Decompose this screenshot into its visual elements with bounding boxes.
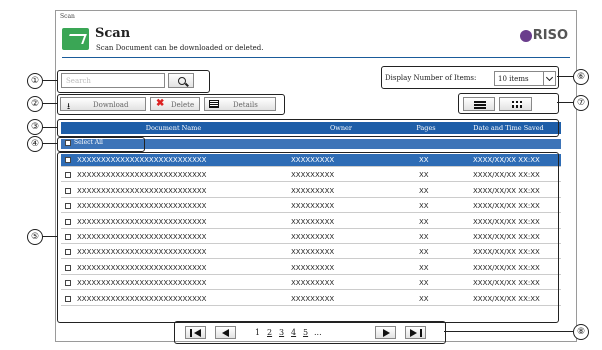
callout-3: ③ [27,119,43,135]
brand-logo: RISO [519,28,568,43]
callout-bracket-3 [57,119,559,137]
callout-4: ④ [27,136,43,152]
callout-2: ② [27,96,43,112]
callout-1: ① [27,73,43,89]
page-subtitle: Scan Document can be downloaded or delet… [96,44,264,52]
callout-7: ⑦ [573,95,589,111]
callout-bracket-5 [57,152,559,323]
breadcrumb: Scan [60,13,75,20]
callout-5: ⑤ [27,229,43,245]
callout-bracket-6 [381,66,559,89]
callout-bracket-7 [458,93,559,114]
callout-8: ⑧ [573,324,589,340]
callout-bracket-4 [57,137,145,152]
scan-icon [62,28,89,50]
callout-6: ⑥ [573,69,589,85]
page-title: Scan [95,26,131,41]
callout-bracket-2 [57,94,285,115]
riso-icon [519,29,532,42]
callout-bracket-8 [174,321,446,344]
callout-bracket-1 [57,70,210,93]
header-divider [62,57,570,58]
